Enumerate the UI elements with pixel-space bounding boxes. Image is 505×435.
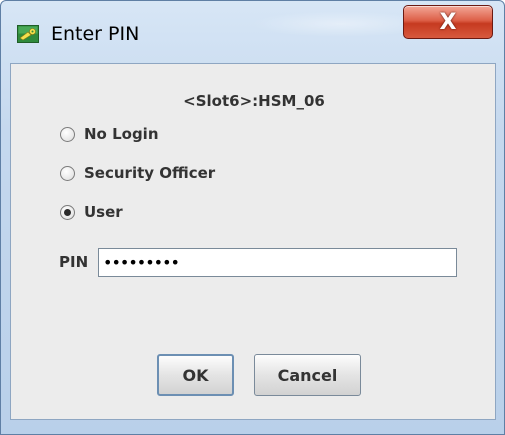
- dialog-window: Enter PIN X <Slot6>:HSM_06 No Login Secu…: [0, 0, 505, 435]
- cancel-button[interactable]: Cancel: [254, 354, 361, 396]
- key-icon: [17, 25, 39, 43]
- radio-security-officer[interactable]: Security Officer: [60, 162, 215, 184]
- dialog-content: <Slot6>:HSM_06 No Login Security Officer…: [10, 63, 496, 420]
- window-title: Enter PIN: [51, 23, 140, 45]
- close-button[interactable]: X: [403, 5, 493, 39]
- pin-label: PIN: [59, 253, 89, 271]
- close-icon: X: [439, 9, 457, 35]
- slot-label: <Slot6>:HSM_06: [183, 92, 325, 110]
- pin-input[interactable]: [98, 248, 457, 277]
- radio-user[interactable]: User: [60, 201, 123, 223]
- radio-button-selected-icon[interactable]: [60, 204, 75, 220]
- radio-no-login[interactable]: No Login: [60, 123, 159, 145]
- radio-button-icon[interactable]: [60, 165, 75, 181]
- ok-button[interactable]: OK: [157, 354, 234, 396]
- radio-label-user: User: [84, 203, 123, 221]
- radio-label-security-officer: Security Officer: [84, 164, 216, 182]
- radio-button-icon[interactable]: [60, 126, 75, 142]
- radio-label-no-login: No Login: [84, 125, 159, 143]
- title-bar[interactable]: Enter PIN X: [1, 1, 504, 63]
